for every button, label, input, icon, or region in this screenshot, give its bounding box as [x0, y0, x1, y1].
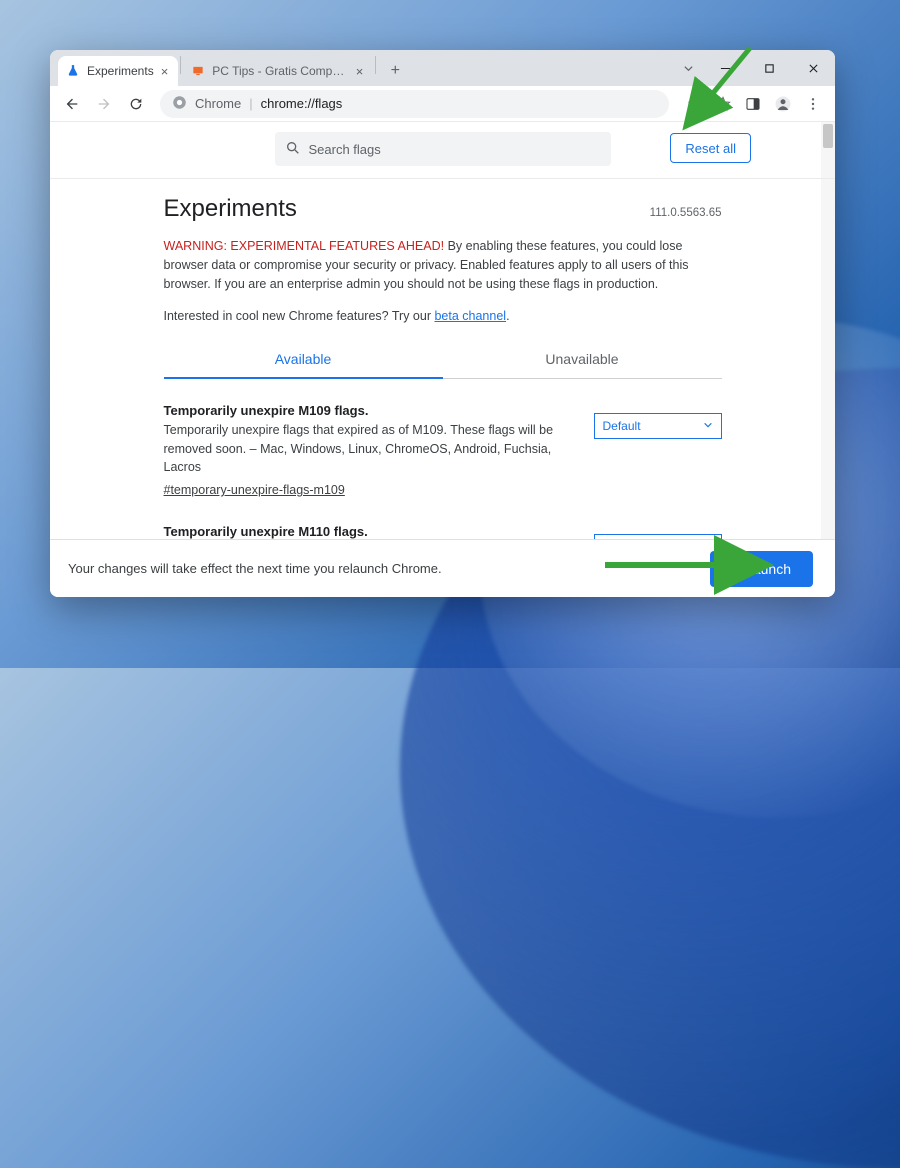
scrollbar[interactable]: [821, 122, 835, 539]
tab-unavailable[interactable]: Unavailable: [443, 341, 722, 379]
chevron-down-icon[interactable]: [673, 50, 703, 86]
relaunch-message: Your changes will take effect the next t…: [68, 561, 442, 576]
side-panel-icon[interactable]: [739, 90, 767, 118]
tab-title: PC Tips - Gratis Computer Tips, ...: [212, 64, 348, 78]
tab-separator: [180, 56, 181, 74]
flag-item: Temporarily unexpire M110 flags. Tempora…: [164, 500, 722, 539]
chrome-icon: [172, 95, 187, 113]
search-input[interactable]: Search flags: [275, 132, 611, 166]
share-icon[interactable]: [679, 90, 707, 118]
search-icon: [285, 140, 301, 159]
warning-text: WARNING: EXPERIMENTAL FEATURES AHEAD! By…: [164, 237, 722, 293]
flask-icon: [66, 64, 80, 78]
forward-button[interactable]: [90, 90, 118, 118]
flag-item: Temporarily unexpire M109 flags. Tempora…: [164, 379, 722, 500]
url-path: chrome://flags: [261, 96, 343, 111]
flag-select-value: Default: [603, 419, 641, 433]
close-window-button[interactable]: [791, 50, 835, 86]
tab-available[interactable]: Available: [164, 341, 443, 379]
tab-experiments[interactable]: Experiments ×: [58, 56, 178, 86]
tab-pctips[interactable]: PC Tips - Gratis Computer Tips, ... ×: [183, 56, 373, 86]
beta-text: Interested in cool new Chrome features? …: [164, 309, 722, 323]
url-scheme: Chrome: [195, 96, 241, 111]
flag-tabs: Available Unavailable: [164, 341, 722, 379]
page-heading: Experiments: [164, 195, 297, 223]
beta-prefix: Interested in cool new Chrome features? …: [164, 309, 435, 323]
beta-suffix: .: [506, 309, 509, 323]
flag-title: Temporarily unexpire M109 flags.: [164, 401, 578, 421]
search-placeholder: Search flags: [309, 142, 381, 157]
close-icon[interactable]: ×: [356, 65, 364, 78]
relaunch-button[interactable]: Relaunch: [710, 551, 813, 587]
toolbar: Chrome | chrome://flags: [50, 86, 835, 122]
window-controls: [673, 50, 835, 86]
flag-title: Temporarily unexpire M110 flags.: [164, 522, 578, 539]
tab-strip: Experiments × PC Tips - Gratis Computer …: [50, 50, 835, 86]
menu-icon[interactable]: [799, 90, 827, 118]
profile-icon[interactable]: [769, 90, 797, 118]
back-button[interactable]: [58, 90, 86, 118]
chevron-down-icon: [703, 419, 713, 433]
beta-channel-link[interactable]: beta channel: [434, 309, 506, 323]
page-content: Search flags Reset all Experiments 111.0…: [50, 122, 835, 597]
bookmark-icon[interactable]: [709, 90, 737, 118]
flag-desc: Temporarily unexpire flags that expired …: [164, 421, 578, 477]
address-bar[interactable]: Chrome | chrome://flags: [160, 90, 669, 118]
close-icon[interactable]: ×: [161, 65, 169, 78]
version-label: 111.0.5563.65: [650, 207, 722, 219]
tab-separator: [375, 56, 376, 74]
warning-prefix: WARNING: EXPERIMENTAL FEATURES AHEAD!: [164, 239, 445, 253]
flag-hash-link[interactable]: #temporary-unexpire-flags-m109: [164, 481, 345, 500]
browser-window: Experiments × PC Tips - Gratis Computer …: [50, 50, 835, 597]
flag-select[interactable]: Default: [594, 534, 722, 539]
maximize-button[interactable]: [747, 50, 791, 86]
url-separator: |: [249, 96, 252, 111]
reload-button[interactable]: [122, 90, 150, 118]
reset-all-button[interactable]: Reset all: [670, 133, 751, 163]
new-tab-button[interactable]: +: [382, 58, 408, 84]
pctips-icon: [191, 64, 205, 78]
relaunch-bar: Your changes will take effect the next t…: [50, 539, 835, 597]
tab-title: Experiments: [87, 64, 154, 78]
minimize-button[interactable]: [703, 50, 747, 86]
flag-select[interactable]: Default: [594, 413, 722, 439]
